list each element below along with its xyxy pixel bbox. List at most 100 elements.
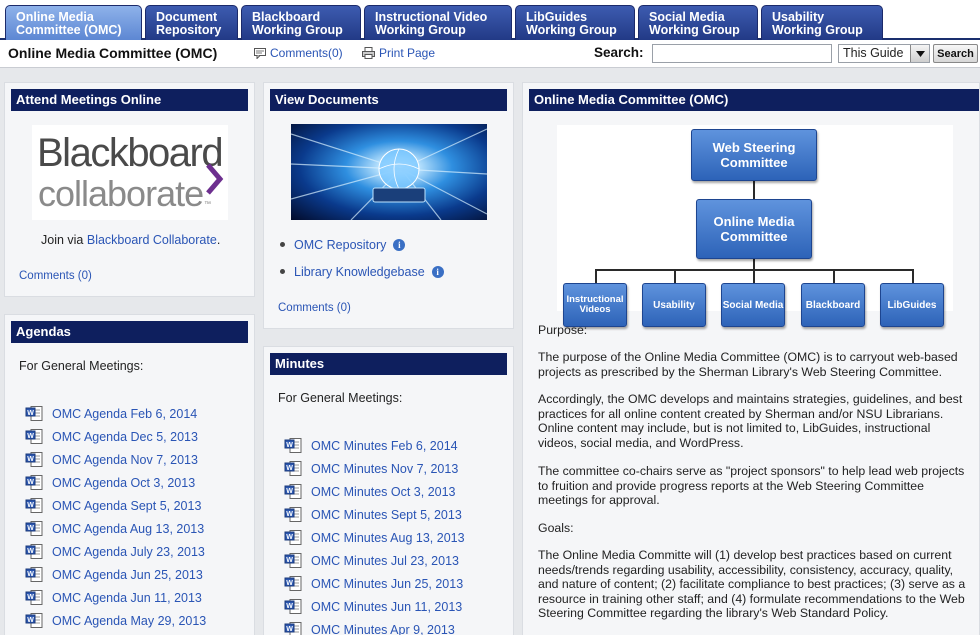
svg-text:W: W xyxy=(27,616,34,623)
agenda-link[interactable]: OMC Agenda July 23, 2013 xyxy=(52,545,205,559)
word-document-icon: W xyxy=(284,483,304,501)
minutes-link[interactable]: OMC Minutes Jul 23, 2013 xyxy=(311,554,459,568)
list-item: W OMC Agenda Sept 5, 2013 xyxy=(25,494,206,517)
list-item: W OMC Agenda Dec 5, 2013 xyxy=(25,425,206,448)
word-document-icon: W xyxy=(25,497,45,515)
agenda-link[interactable]: OMC Agenda Sept 5, 2013 xyxy=(52,499,201,513)
search-input[interactable] xyxy=(652,44,832,63)
agenda-link[interactable]: OMC Agenda Dec 5, 2013 xyxy=(52,430,198,444)
goals-paragraph: The Online Media Committe will (1) devel… xyxy=(538,548,966,620)
minutes-link[interactable]: OMC Minutes Nov 7, 2013 xyxy=(311,462,458,476)
documents-image xyxy=(291,124,487,220)
org-chart: Web Steering Committee Online Media Comm… xyxy=(557,125,953,327)
svg-text:W: W xyxy=(286,625,293,632)
tab-bar: Online Media Committee (OMC) Document Re… xyxy=(0,0,980,40)
agenda-link[interactable]: OMC Agenda Jun 25, 2013 xyxy=(52,568,203,582)
documents-links: OMC Repository i Library Knowledgebase i xyxy=(280,231,444,285)
attend-comments-link[interactable]: Comments (0) xyxy=(19,270,92,282)
word-document-icon: W xyxy=(25,543,45,561)
agenda-link[interactable]: OMC Agenda May 29, 2013 xyxy=(52,614,206,628)
svg-text:W: W xyxy=(27,478,34,485)
list-item: OMC Repository i xyxy=(280,231,444,258)
info-icon[interactable]: i xyxy=(431,265,444,278)
list-item: W OMC Agenda May 29, 2013 xyxy=(25,609,206,632)
tab-instructional-video-working-group[interactable]: Instructional Video Working Group xyxy=(364,5,512,40)
svg-text:W: W xyxy=(286,533,293,540)
list-item: W OMC Agenda Feb 6, 2014 xyxy=(25,402,206,425)
org-node-social-media: Social Media xyxy=(721,283,785,327)
library-knowledgebase-link[interactable]: Library Knowledgebase xyxy=(294,265,425,279)
tab-usability-working-group[interactable]: Usability Working Group xyxy=(761,5,883,40)
chevron-right-icon xyxy=(206,163,224,195)
word-document-icon: W xyxy=(25,612,45,630)
purpose-paragraph-2: Accordingly, the OMC develops and mainta… xyxy=(538,392,963,450)
search-scope-select[interactable]: This Guide xyxy=(838,44,930,63)
tab-label-line2: Working Group xyxy=(772,23,863,37)
print-page-link[interactable]: Print Page xyxy=(362,46,435,60)
view-documents-box: View Documents OMC Repository i Library K… xyxy=(263,82,514,329)
list-item: W OMC Agenda Jun 25, 2013 xyxy=(25,563,206,586)
join-text: Join via Blackboard Collaborate. xyxy=(41,233,221,247)
word-document-icon: W xyxy=(284,575,304,593)
tab-document-repository[interactable]: Document Repository xyxy=(145,5,238,40)
list-item: W OMC Agenda Jun 11, 2013 xyxy=(25,586,206,609)
tab-online-media-committee[interactable]: Online Media Committee (OMC) xyxy=(5,5,142,40)
tab-label-line2: Repository xyxy=(156,23,222,37)
search-button[interactable]: Search xyxy=(933,44,978,63)
org-node-online-media-committee: Online Media Committee xyxy=(696,199,812,259)
word-document-icon: W xyxy=(25,428,45,446)
comment-icon xyxy=(254,47,266,59)
word-document-icon: W xyxy=(284,506,304,524)
minutes-link[interactable]: OMC Minutes Jun 25, 2013 xyxy=(311,577,463,591)
view-documents-title: View Documents xyxy=(270,89,507,111)
agendas-title: Agendas xyxy=(11,321,248,343)
search-label: Search: xyxy=(594,45,644,60)
minutes-list: W OMC Minutes Feb 6, 2014 W OMC Minutes No… xyxy=(284,434,465,635)
tab-label-line2: Working Group xyxy=(526,23,617,37)
word-document-icon: W xyxy=(25,405,45,423)
minutes-link[interactable]: OMC Minutes Sept 5, 2013 xyxy=(311,508,462,522)
word-document-icon: W xyxy=(284,437,304,455)
tab-social-media-working-group[interactable]: Social Media Working Group xyxy=(638,5,758,40)
comments-link[interactable]: Comments(0) xyxy=(254,46,343,60)
list-item: W OMC Agenda Aug 13, 2013 xyxy=(25,517,206,540)
agenda-link[interactable]: OMC Agenda Nov 7, 2013 xyxy=(52,453,198,467)
tab-blackboard-working-group[interactable]: Blackboard Working Group xyxy=(241,5,361,40)
omc-title: Online Media Committee (OMC) xyxy=(529,89,979,111)
svg-text:W: W xyxy=(286,579,293,586)
word-document-icon: W xyxy=(25,451,45,469)
purpose-paragraph-3: The committee co-chairs serve as "projec… xyxy=(538,464,965,507)
agenda-link[interactable]: OMC Agenda Jun 11, 2013 xyxy=(52,591,202,605)
tab-label-line2: Working Group xyxy=(252,23,343,37)
svg-text:W: W xyxy=(286,487,293,494)
minutes-link[interactable]: OMC Minutes Feb 6, 2014 xyxy=(311,439,458,453)
list-item: W OMC Agenda July 23, 2013 xyxy=(25,540,206,563)
minutes-link[interactable]: OMC Minutes Apr 9, 2013 xyxy=(311,623,455,635)
agendas-intro: For General Meetings: xyxy=(19,359,144,373)
minutes-link[interactable]: OMC Minutes Jun 11, 2013 xyxy=(311,600,462,614)
documents-comments-link[interactable]: Comments (0) xyxy=(278,302,351,314)
word-document-icon: W xyxy=(25,566,45,584)
comments-link-label: Comments(0) xyxy=(270,46,343,60)
tab-libguides-working-group[interactable]: LibGuides Working Group xyxy=(515,5,635,40)
tab-label-line2: Working Group xyxy=(649,23,740,37)
agendas-list: W OMC Agenda Feb 6, 2014 W OMC Agenda Dec … xyxy=(25,402,206,632)
svg-text:W: W xyxy=(286,464,293,471)
minutes-link[interactable]: OMC Minutes Aug 13, 2013 xyxy=(311,531,465,545)
minutes-title: Minutes xyxy=(270,353,507,375)
word-document-icon: W xyxy=(284,598,304,616)
purpose-heading: Purpose: xyxy=(538,323,588,337)
agenda-link[interactable]: OMC Agenda Feb 6, 2014 xyxy=(52,407,197,421)
minutes-box: Minutes For General Meetings: W OMC Minut… xyxy=(263,346,514,635)
agenda-link[interactable]: OMC Agenda Aug 13, 2013 xyxy=(52,522,204,536)
chevron-down-icon[interactable] xyxy=(910,45,929,62)
print-page-label: Print Page xyxy=(379,46,436,60)
agenda-link[interactable]: OMC Agenda Oct 3, 2013 xyxy=(52,476,195,490)
info-icon[interactable]: i xyxy=(393,238,406,251)
blackboard-collaborate-link[interactable]: Blackboard Collaborate xyxy=(87,233,217,247)
minutes-link[interactable]: OMC Minutes Oct 3, 2013 xyxy=(311,485,456,499)
svg-text:W: W xyxy=(286,556,293,563)
svg-text:W: W xyxy=(27,455,34,462)
word-document-icon: W xyxy=(284,552,304,570)
omc-repository-link[interactable]: OMC Repository xyxy=(294,238,386,252)
